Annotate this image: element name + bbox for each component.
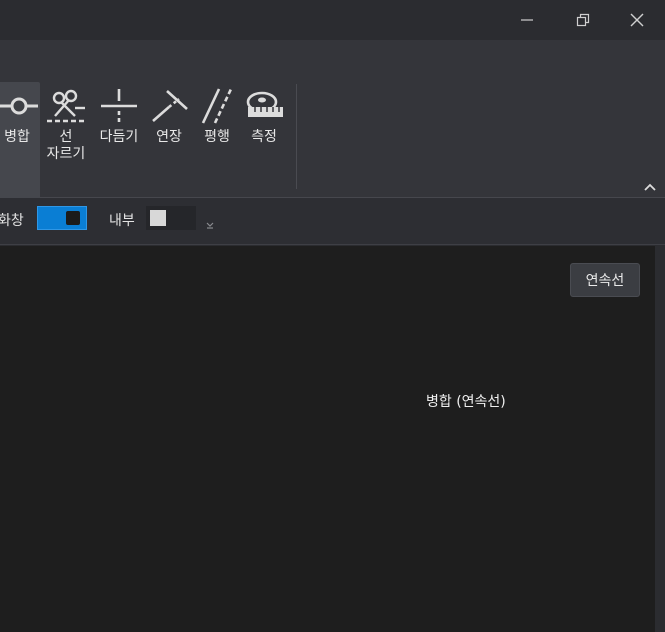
tool-cut-line[interactable]: 선 자르기 — [42, 82, 90, 210]
extend-icon — [148, 85, 190, 127]
tool-measure[interactable]: 측정 — [242, 82, 286, 210]
inner-color-picker[interactable] — [146, 206, 196, 230]
toggle-knob — [66, 211, 80, 225]
tool-trim-label: 다듬기 — [99, 129, 139, 145]
restore-icon — [576, 13, 590, 27]
merge-icon — [0, 85, 38, 127]
close-icon — [630, 13, 644, 27]
tool-parallel[interactable]: 평행 — [196, 82, 238, 210]
close-button[interactable] — [610, 0, 664, 40]
drawing-canvas[interactable] — [0, 246, 655, 632]
parallel-icon — [196, 85, 238, 127]
window-toggle[interactable] — [37, 206, 87, 230]
tool-extend-label: 연장 — [156, 129, 182, 145]
canvas-right-border — [655, 246, 665, 632]
tape-measure-icon — [243, 85, 285, 127]
tool-measure-label: 측정 — [251, 129, 277, 145]
canvas-status-text: 병합 (연속선) — [426, 394, 506, 410]
continuous-line-button[interactable]: 연속선 — [570, 263, 640, 297]
restore-button[interactable] — [556, 0, 610, 40]
tool-cut-line-label: 선 자르기 — [46, 129, 86, 162]
tool-extend[interactable]: 연장 — [148, 82, 190, 210]
trim-icon — [98, 85, 140, 127]
inner-color-swatch — [150, 210, 166, 226]
tool-parallel-label: 평행 — [204, 129, 230, 145]
tool-trim[interactable]: 다듬기 — [96, 82, 142, 210]
minimize-icon — [521, 19, 533, 21]
ribbon-separator — [296, 84, 297, 189]
dropdown-arrow-icon[interactable] — [205, 220, 215, 230]
tool-merge[interactable]: 병합 — [0, 82, 40, 210]
options-bar — [0, 198, 665, 245]
scissors-icon — [45, 85, 87, 127]
window-label: 화창 — [0, 213, 24, 229]
tool-merge-label: 병합 — [4, 129, 30, 145]
minimize-button[interactable] — [500, 0, 554, 40]
inner-label: 내부 — [109, 213, 135, 229]
collapse-ribbon-button[interactable] — [640, 178, 660, 196]
chevron-up-icon — [644, 183, 656, 191]
